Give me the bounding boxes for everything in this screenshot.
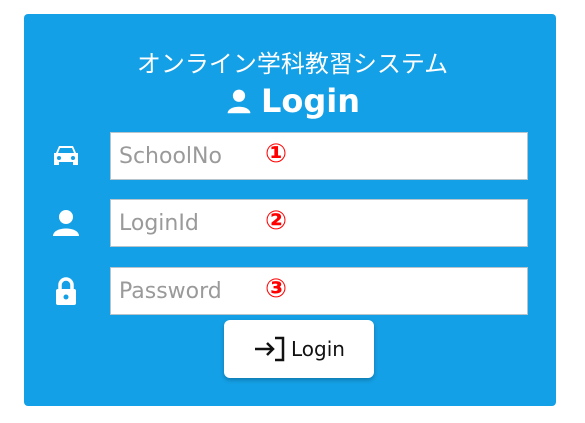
sign-in-icon bbox=[255, 336, 285, 362]
user-icon bbox=[227, 89, 251, 114]
login-heading-text: Login bbox=[260, 82, 361, 120]
login-id-input[interactable]: LoginId bbox=[110, 199, 528, 247]
password-row: Password ③ bbox=[48, 267, 532, 315]
login-id-marker: ② bbox=[264, 206, 287, 236]
app-title: オンライン学科教習システム bbox=[136, 50, 449, 78]
password-placeholder: Password bbox=[119, 278, 222, 304]
login-button-label: Login bbox=[291, 337, 345, 361]
password-input[interactable]: Password bbox=[110, 267, 528, 315]
school-no-input[interactable]: SchoolNo bbox=[110, 132, 528, 180]
user-icon bbox=[48, 207, 84, 239]
lock-icon bbox=[48, 275, 84, 307]
car-icon bbox=[48, 140, 84, 172]
password-marker: ③ bbox=[264, 274, 287, 304]
school-no-placeholder: SchoolNo bbox=[119, 143, 222, 169]
school-no-row: SchoolNo ① bbox=[48, 132, 532, 180]
login-id-row: LoginId ② bbox=[48, 199, 532, 247]
login-heading: Login bbox=[0, 82, 585, 120]
school-no-marker: ① bbox=[264, 139, 287, 169]
login-button[interactable]: Login bbox=[224, 320, 374, 378]
login-id-placeholder: LoginId bbox=[119, 210, 199, 236]
